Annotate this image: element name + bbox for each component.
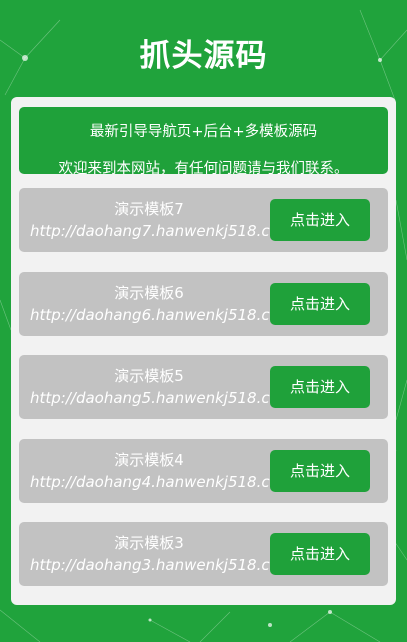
template-item-5: 演示模板5 http://daohang5.hanwenkj518.cn 点击进… — [19, 355, 388, 419]
notice-banner: 最新引导导航页+后台+多模板源码 欢迎来到本网站，有任何问题请与我们联系。 — [19, 107, 388, 177]
page-title: 抓头源码 — [139, 38, 268, 74]
template-url: http://daohang3.hanwenkj518.cn — [30, 556, 275, 574]
template-item-7: 演示模板7 http://daohang7.hanwenkj518.cn 点击进… — [19, 188, 388, 252]
enter-button[interactable]: 点击进入 — [270, 366, 370, 408]
template-name: 演示模板3 — [114, 534, 184, 552]
notice-line-2: 欢迎来到本网站，有任何问题请与我们联系。 — [58, 161, 349, 177]
template-item-6: 演示模板6 http://daohang6.hanwenkj518.cn 点击进… — [19, 272, 388, 336]
template-list-card: 最新引导导航页+后台+多模板源码 欢迎来到本网站，有任何问题请与我们联系。 演示… — [11, 97, 396, 605]
enter-button[interactable]: 点击进入 — [270, 199, 370, 241]
template-name: 演示模板4 — [114, 451, 184, 469]
template-name: 演示模板6 — [114, 284, 184, 302]
template-name: 演示模板7 — [114, 200, 184, 218]
template-name: 演示模板5 — [114, 367, 184, 385]
notice-line-1: 最新引导导航页+后台+多模板源码 — [89, 124, 318, 140]
enter-button[interactable]: 点击进入 — [270, 533, 370, 575]
enter-button[interactable]: 点击进入 — [270, 283, 370, 325]
template-url: http://daohang7.hanwenkj518.cn — [30, 222, 275, 240]
template-url: http://daohang5.hanwenkj518.cn — [30, 389, 275, 407]
template-url: http://daohang6.hanwenkj518.cn — [30, 306, 275, 324]
template-url: http://daohang4.hanwenkj518.cn — [30, 473, 275, 491]
enter-button[interactable]: 点击进入 — [270, 450, 370, 492]
template-item-3: 演示模板3 http://daohang3.hanwenkj518.cn 点击进… — [19, 522, 388, 586]
template-item-4: 演示模板4 http://daohang4.hanwenkj518.cn 点击进… — [19, 439, 388, 503]
